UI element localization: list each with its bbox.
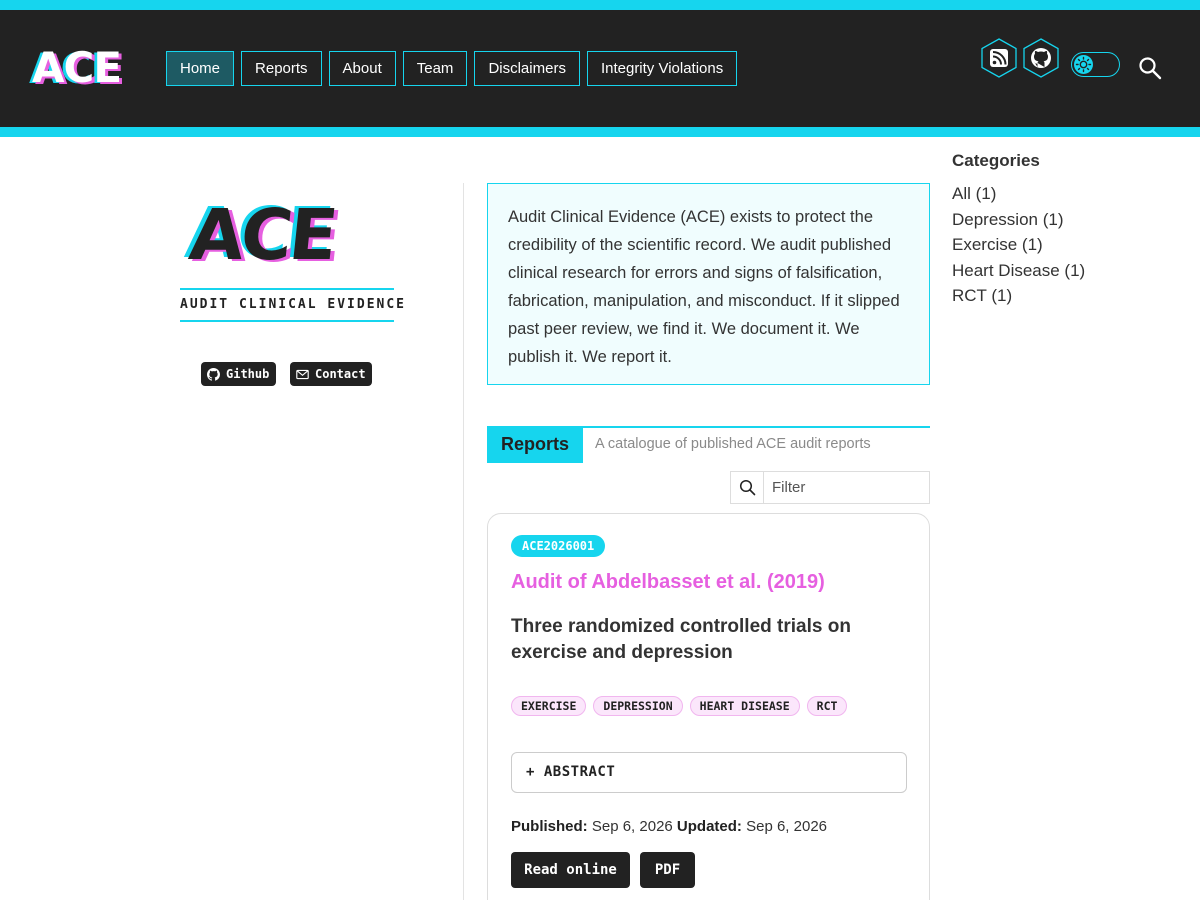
- intro-text: Audit Clinical Evidence (ACE) exists to …: [508, 208, 900, 366]
- category-heart-disease[interactable]: Heart Disease (1): [952, 258, 1152, 284]
- categories-sidebar: Categories All (1) Depression (1) Exerci…: [952, 151, 1152, 309]
- logo-text: ACE: [32, 43, 122, 92]
- envelope-icon: [296, 369, 309, 379]
- report-subtitle: Three randomized controlled trials on ex…: [511, 616, 851, 663]
- abstract-toggle[interactable]: + ABSTRACT: [511, 752, 907, 793]
- tag-exercise[interactable]: EXERCISE: [511, 696, 587, 716]
- column-divider: [463, 183, 464, 900]
- updated-date: Sep 6, 2026: [746, 818, 827, 835]
- report-id-badge: ACE2026001: [511, 535, 606, 557]
- category-exercise[interactable]: Exercise (1): [952, 232, 1152, 258]
- main-nav: Home Reports About Team Disclaimers Inte…: [166, 51, 738, 86]
- report-card: ACE2026001 Audit of Abdelbasset et al. (…: [487, 513, 930, 900]
- logo-text: ACE: [185, 194, 339, 276]
- nav-reports[interactable]: Reports: [241, 51, 322, 86]
- updated-label: Updated:: [676, 818, 742, 835]
- nav-about[interactable]: About: [328, 51, 396, 86]
- reports-subtitle: A catalogue of published ACE audit repor…: [595, 436, 871, 452]
- nav-integrity-violations[interactable]: Integrity Violations: [586, 51, 738, 86]
- pdf-button[interactable]: PDF: [640, 852, 695, 888]
- reports-heading: Reports: [487, 426, 584, 463]
- published-date: Sep 6, 2026: [591, 818, 673, 835]
- published-label: Published:: [511, 818, 588, 835]
- report-dates: Published: Sep 6, 2026 Updated: Sep 6, 2…: [511, 818, 827, 835]
- tag-depression[interactable]: DEPRESSION: [593, 696, 683, 716]
- github-icon[interactable]: [1022, 38, 1060, 78]
- contact-button-label: Contact: [315, 367, 366, 381]
- category-depression[interactable]: Depression (1): [952, 207, 1152, 233]
- github-button-label: Github: [226, 367, 270, 381]
- tag-rct[interactable]: RCT: [806, 696, 848, 716]
- header-top-stripe: [0, 0, 1200, 10]
- filter-input[interactable]: [764, 472, 929, 503]
- header-bottom-stripe: [0, 127, 1200, 137]
- contact-button[interactable]: Contact: [290, 362, 372, 386]
- reports-header: Reports A catalogue of published ACE aud…: [487, 426, 930, 463]
- github-button[interactable]: Github: [201, 362, 276, 386]
- nav-team[interactable]: Team: [402, 51, 468, 86]
- report-title-link[interactable]: Audit of Abdelbasset et al. (2019): [511, 571, 825, 594]
- category-all[interactable]: All (1): [952, 181, 1152, 207]
- nav-disclaimers[interactable]: Disclaimers: [474, 51, 580, 86]
- site-logo[interactable]: ACE ACE ACE: [29, 43, 144, 92]
- sun-icon: [1074, 55, 1093, 74]
- category-rct[interactable]: RCT (1): [952, 283, 1152, 309]
- github-icon: [207, 367, 220, 381]
- site-header: ACE ACE ACE Home Reports About Team Disc…: [0, 10, 1200, 127]
- filter-box: [730, 471, 930, 504]
- intro-box: Audit Clinical Evidence (ACE) exists to …: [487, 183, 930, 385]
- search-icon[interactable]: [1138, 56, 1162, 80]
- rss-icon[interactable]: [980, 38, 1018, 78]
- search-icon: [731, 472, 764, 503]
- categories-title: Categories: [952, 151, 1040, 170]
- nav-home[interactable]: Home: [166, 51, 235, 86]
- report-tags: EXERCISE DEPRESSION HEART DISEASE RCT: [511, 696, 848, 716]
- tag-heart-disease[interactable]: HEART DISEASE: [689, 696, 800, 716]
- read-online-button[interactable]: Read online: [511, 852, 630, 888]
- site-tagline: AUDIT CLINICAL EVIDENCE: [180, 288, 404, 322]
- ace-logo: ACE ACE ACE: [182, 192, 396, 278]
- theme-toggle[interactable]: [1071, 52, 1120, 77]
